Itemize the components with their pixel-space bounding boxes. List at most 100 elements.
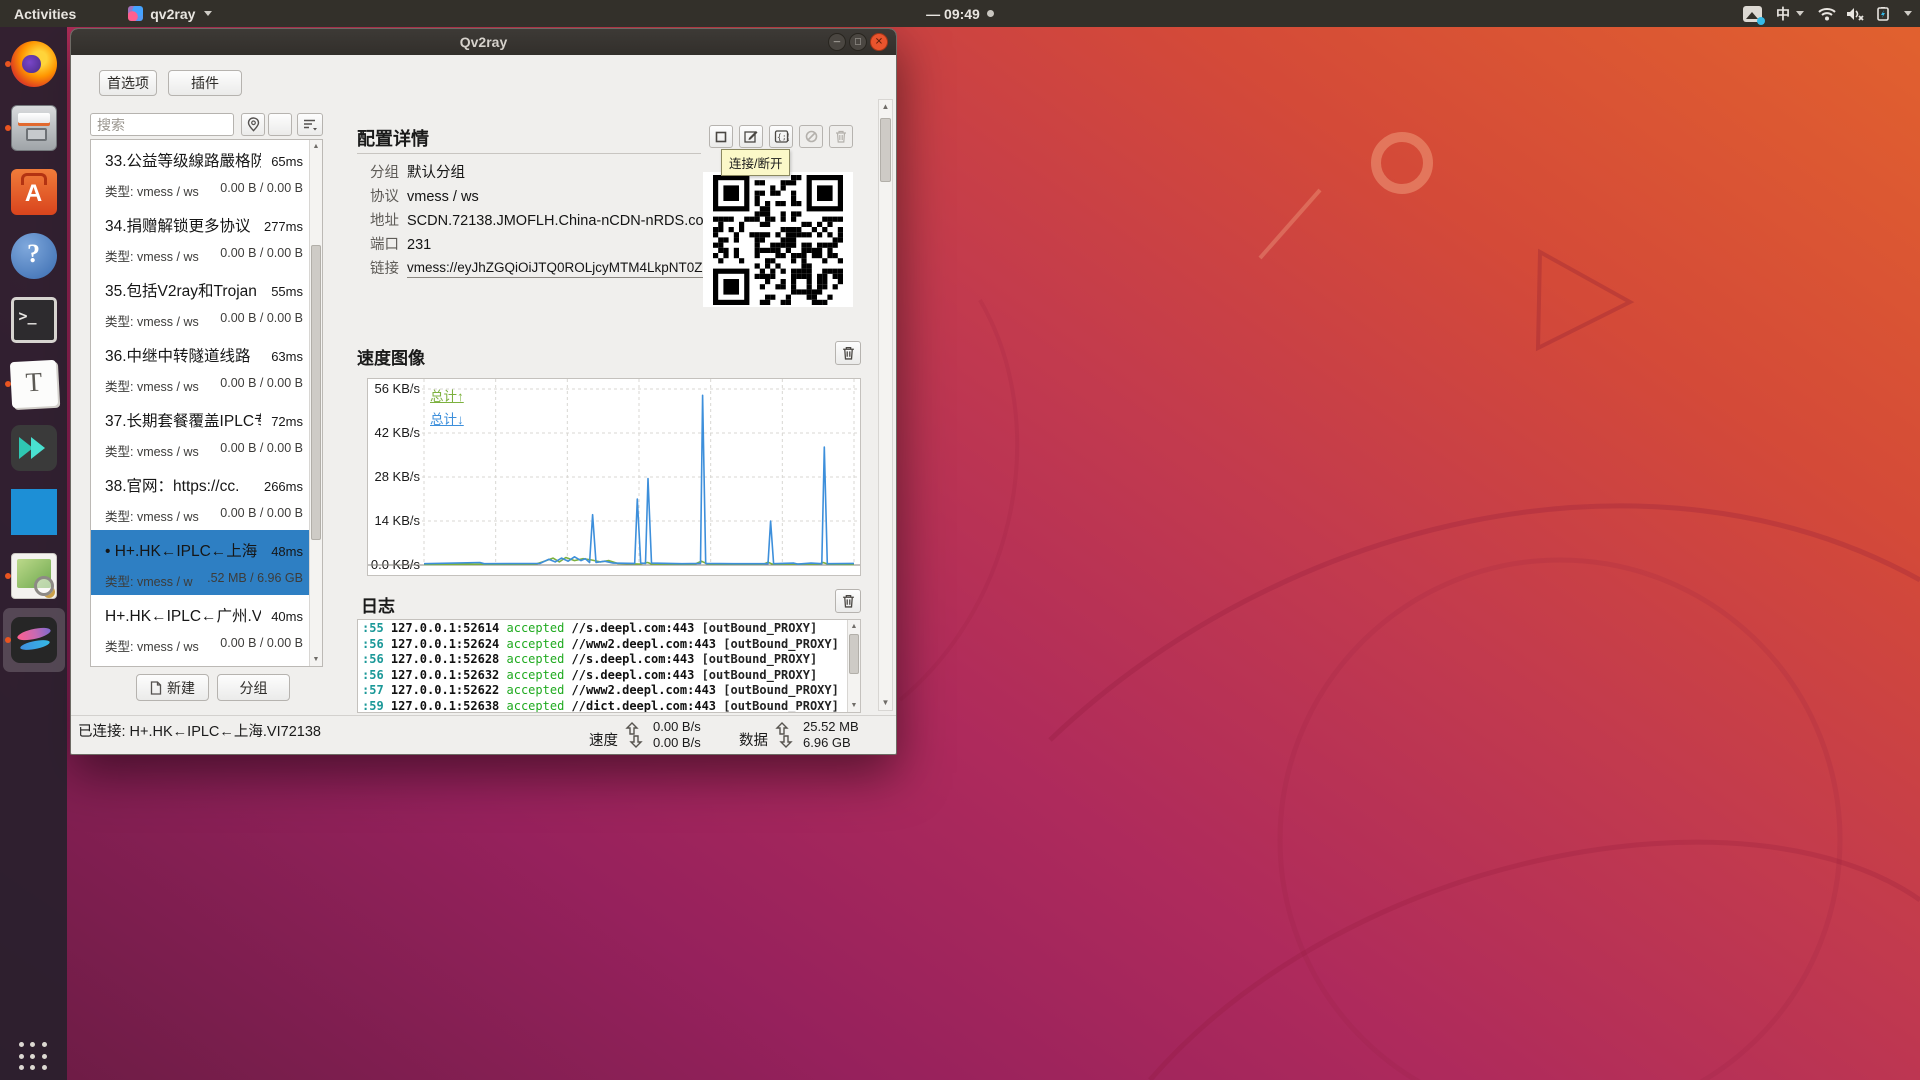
speed-section-title: 速度图像 [357, 344, 425, 369]
search-input[interactable] [90, 113, 234, 136]
log-line: :56 127.0.0.1:52632 accepted //s.deepl.c… [362, 668, 846, 684]
screenshot-indicator-icon[interactable] [1743, 6, 1762, 22]
speed-label: 速度 [589, 729, 618, 750]
server-item-bottom: 类型: vmess / w.52 MB / 6.96 GB [105, 571, 303, 590]
sort-button[interactable] [297, 113, 323, 136]
dock-item-ubuntu-software[interactable] [3, 160, 65, 224]
main-scrollbar[interactable]: ▲ ▼ [878, 99, 893, 711]
scrollbar-thumb[interactable] [311, 245, 321, 540]
delete-config-button[interactable] [829, 125, 853, 148]
preferences-button[interactable]: 首选项 [99, 70, 157, 96]
server-item-partial[interactable]: H+.SG←IPLC← [91, 660, 309, 666]
dock-item-qv2ray[interactable] [3, 608, 65, 672]
server-list-scrollbar[interactable]: ▲ ▼ [309, 140, 322, 666]
scroll-down-icon[interactable]: ▼ [848, 699, 860, 712]
system-tray[interactable]: 中 [1743, 0, 1912, 27]
connect-disconnect-button[interactable] [709, 125, 733, 148]
latency-badge: 48ms [271, 544, 303, 559]
updown-arrows-icon [773, 722, 795, 748]
scroll-up-icon[interactable]: ▲ [310, 140, 322, 153]
dock-item-help[interactable] [3, 224, 65, 288]
server-traffic: 0.00 B / 0.00 B [220, 311, 303, 330]
server-title: 34.捐赠解锁更多协议 [105, 214, 251, 236]
blank-button[interactable] [268, 113, 292, 136]
dock-item-vscode[interactable] [3, 480, 65, 544]
running-indicator [5, 125, 11, 131]
server-item[interactable]: 35.包括V2ray和Trojan55ms类型: vmess / ws0.00 … [91, 270, 309, 335]
dock-item-terminal[interactable] [3, 288, 65, 352]
scroll-down-icon[interactable]: ▼ [310, 653, 322, 666]
server-item[interactable]: • H+.HK←IPLC←上海48ms类型: vmess / w.52 MB /… [91, 530, 309, 595]
log-panel: :55 127.0.0.1:52614 accepted //s.deepl.c… [357, 619, 861, 713]
log-scrollbar[interactable]: ▲ ▼ [847, 620, 860, 712]
close-button[interactable] [870, 33, 888, 51]
scrollbar-thumb[interactable] [880, 118, 891, 182]
group-button[interactable]: 分组 [217, 674, 290, 701]
log-ip: 127.0.0.1:52628 [391, 652, 507, 666]
clear-log-button[interactable] [835, 589, 861, 613]
latency-badge: 266ms [264, 479, 303, 494]
detail-value[interactable]: vmess://eyJhZGQiOiJTQ0ROLjcyMTM4LkpNT0ZM… [407, 260, 707, 278]
scroll-up-icon[interactable]: ▲ [848, 620, 860, 633]
status-icons[interactable] [1818, 7, 1912, 21]
log-tag: [outBound_PROXY] [702, 652, 818, 666]
legend-item[interactable]: 总计↑ [430, 385, 464, 405]
scroll-down-icon[interactable]: ▼ [879, 696, 892, 710]
input-method-indicator[interactable]: 中 [1776, 4, 1804, 24]
test-latency-button[interactable] [799, 125, 823, 148]
qr-code [703, 172, 853, 307]
scrollbar-thumb[interactable] [849, 634, 859, 674]
edit-json-button[interactable]: {;} [769, 125, 793, 148]
server-item[interactable]: 33.公益等级線路嚴格防65ms类型: vmess / ws0.00 B / 0… [91, 140, 309, 205]
dock-item-remmina[interactable] [3, 416, 65, 480]
server-item[interactable]: 37.长期套餐覆盖IPLC专72ms类型: vmess / ws0.00 B /… [91, 400, 309, 465]
log-ip: 127.0.0.1:52632 [391, 668, 507, 682]
log-time: :57 [362, 683, 391, 697]
server-item[interactable]: 34.捐赠解锁更多协议277ms类型: vmess / ws0.00 B / 0… [91, 205, 309, 270]
scroll-up-icon[interactable]: ▲ [879, 100, 892, 114]
dock-item-firefox[interactable] [3, 32, 65, 96]
clock[interactable]: — 09:49 [0, 6, 1920, 22]
log-tag: [outBound_PROXY] [723, 637, 839, 651]
detail-value: 默认分组 [407, 165, 465, 181]
server-item[interactable]: H+.HK←IPLC←广州.V40ms类型: vmess / ws0.00 B … [91, 595, 309, 660]
log-ip: 127.0.0.1:52624 [391, 637, 507, 651]
new-doc-icon [150, 681, 162, 695]
dock-item-image-viewer[interactable] [3, 544, 65, 608]
show-applications-button[interactable] [19, 1042, 49, 1072]
log-line: :57 127.0.0.1:52622 accepted //www2.deep… [362, 683, 846, 699]
speed-chart: 56 KB/s42 KB/s28 KB/s14 KB/s0.0 KB/s总计↑总… [367, 378, 861, 576]
terminal-icon [11, 297, 57, 343]
new-button[interactable]: 新建 [136, 674, 209, 701]
log-tag: [outBound_PROXY] [723, 699, 839, 713]
server-item[interactable]: 38.官网：https://cc.266ms类型: vmess / ws0.00… [91, 465, 309, 530]
latency-test-button[interactable] [241, 113, 265, 136]
log-ip: 127.0.0.1:52638 [391, 699, 507, 713]
minimize-button[interactable] [828, 33, 846, 51]
svg-text:{;}: {;} [777, 133, 789, 142]
server-item[interactable]: 36.中继中转隧道线路63ms类型: vmess / ws0.00 B / 0.… [91, 335, 309, 400]
server-title: 38.官网：https://cc. [105, 474, 239, 496]
divider [357, 153, 701, 154]
server-traffic: 0.00 B / 0.00 B [220, 506, 303, 525]
maximize-button[interactable] [849, 33, 867, 51]
log-time: :59 [362, 699, 391, 713]
clear-chart-button[interactable] [835, 341, 861, 365]
log-ip: 127.0.0.1:52622 [391, 683, 507, 697]
edit-button[interactable] [739, 125, 763, 148]
log-ip: 127.0.0.1:52614 [391, 621, 507, 635]
help-icon [11, 233, 57, 279]
title-bar[interactable]: Qv2ray [71, 29, 896, 55]
dock-item-files[interactable] [3, 96, 65, 160]
log-line: :56 127.0.0.1:52624 accepted //www2.deep… [362, 637, 846, 653]
detail-label: 端口 [370, 233, 399, 254]
server-traffic: .52 MB / 6.96 GB [207, 571, 303, 590]
dock-item-text-editor[interactable] [3, 352, 65, 416]
log-url: //s.deepl.com:443 [572, 621, 702, 635]
log-status: accepted [507, 621, 572, 635]
legend-item[interactable]: 总计↓ [430, 408, 464, 428]
plugins-button[interactable]: 插件 [168, 70, 242, 96]
server-item-top: 35.包括V2ray和Trojan55ms [105, 279, 303, 301]
server-title: 36.中继中转隧道线路 [105, 344, 251, 366]
json-braces-icon: {;} [774, 130, 789, 143]
